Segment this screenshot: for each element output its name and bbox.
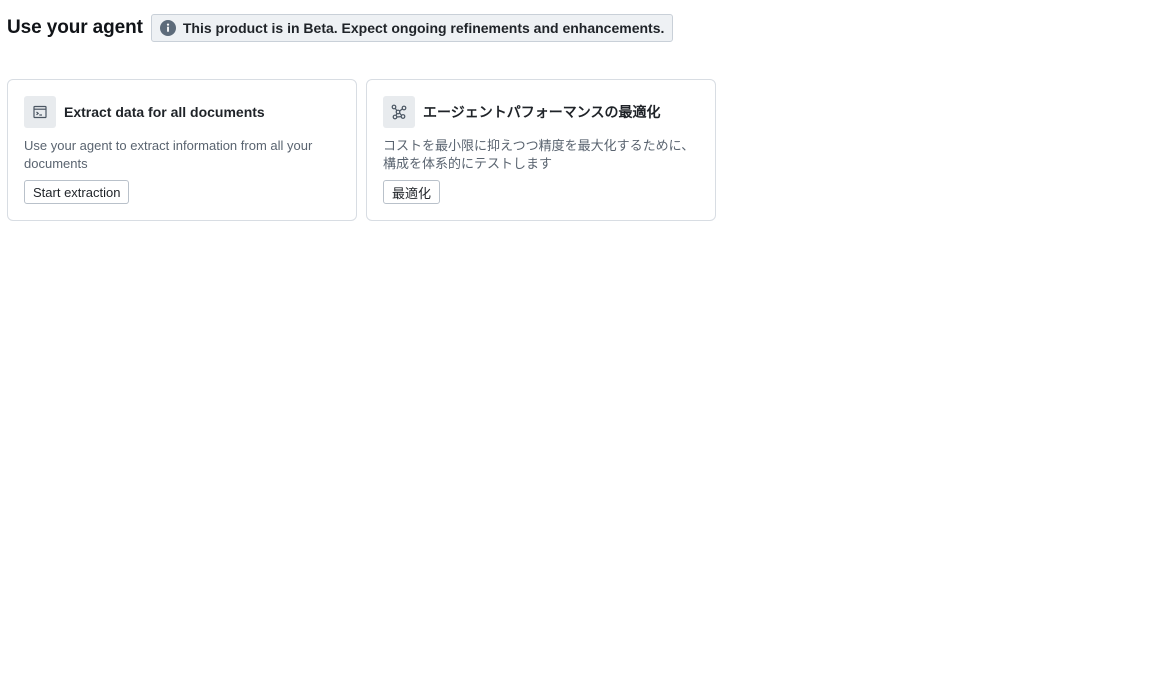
page-header: Use your agent This product is in Beta. … bbox=[7, 13, 674, 43]
beta-notice-text: This product is in Beta. Expect ongoing … bbox=[182, 20, 665, 36]
action-cards: Extract data for all documents Use your … bbox=[7, 79, 716, 221]
card-description: Use your agent to extract information fr… bbox=[24, 138, 313, 171]
optimize-performance-card: エージェントパフォーマンスの最適化 コストを最小限に抑えつつ精度を最大化するため… bbox=[366, 79, 716, 221]
start-extraction-button[interactable]: Start extraction bbox=[24, 180, 130, 204]
beta-notice-badge: This product is in Beta. Expect ongoing … bbox=[150, 14, 674, 42]
optimize-button[interactable]: 最適化 bbox=[383, 180, 441, 204]
info-icon bbox=[159, 20, 176, 36]
terminal-window-icon bbox=[24, 96, 56, 128]
card-title: エージェントパフォーマンスの最適化 bbox=[423, 104, 661, 120]
card-title: Extract data for all documents bbox=[64, 104, 265, 120]
extract-data-card: Extract data for all documents Use your … bbox=[7, 79, 357, 221]
card-description: コストを最小限に抑えつつ精度を最大化するために、構成を体系的にテストします bbox=[383, 138, 695, 171]
card-header: Extract data for all documents bbox=[24, 96, 340, 128]
card-header: エージェントパフォーマンスの最適化 bbox=[383, 96, 699, 128]
graph-nodes-icon bbox=[383, 96, 415, 128]
page-title: Use your agent bbox=[7, 17, 143, 38]
